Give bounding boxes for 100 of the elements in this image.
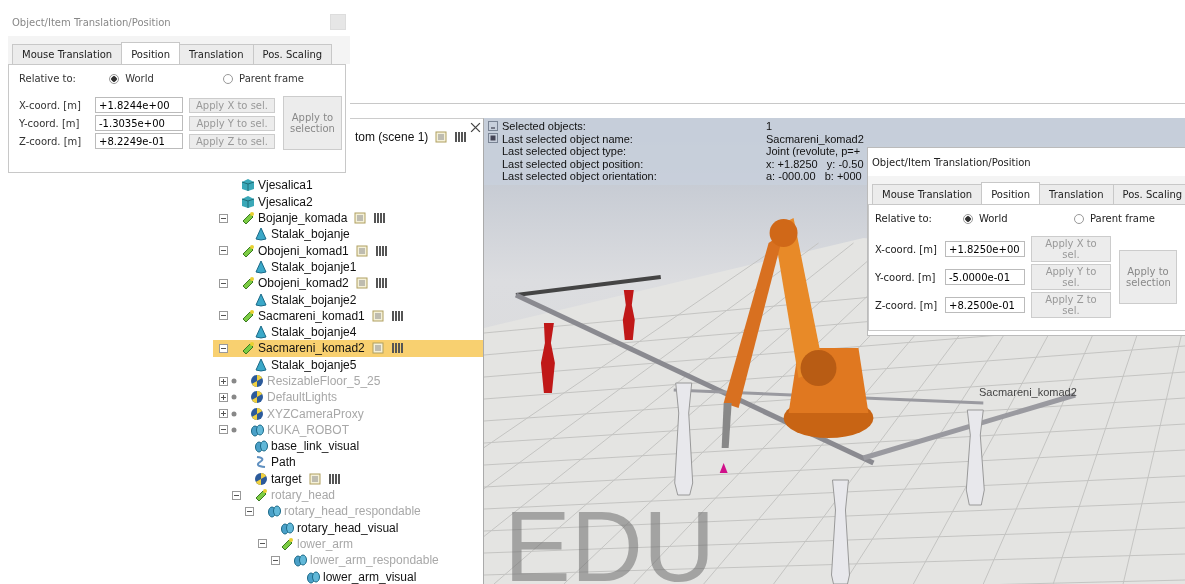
expand-icon[interactable]: [219, 376, 228, 386]
ball-icon: [250, 390, 264, 405]
collapse-icon[interactable]: [219, 213, 228, 223]
coord-label: Y-coord. [m]: [875, 271, 937, 283]
tree-item[interactable]: lower_arm_visual: [213, 568, 483, 584]
tab[interactable]: Mouse Translation: [12, 44, 123, 64]
tab[interactable]: Pos. Scaling: [1112, 184, 1185, 204]
shapes-icon: [293, 553, 307, 568]
ball-icon: [254, 471, 268, 486]
relative-label: Relative to:: [875, 213, 933, 224]
info-label: Last selected object name:: [502, 132, 634, 145]
tree-item[interactable]: Obojeni_komad2: [213, 275, 483, 292]
tree-item[interactable]: Obojeni_komad1: [213, 242, 483, 259]
radio-option[interactable]: Parent frame: [1073, 213, 1185, 224]
scene-label[interactable]: tom (scene 1): [355, 130, 429, 145]
info-value: Joint (revolute, p=+: [766, 145, 862, 158]
cone-icon: [254, 325, 268, 340]
dialog-title: Object/Item Translation/Position: [12, 16, 171, 28]
tab[interactable]: Position: [981, 182, 1041, 204]
tab[interactable]: Translation: [179, 44, 254, 64]
tree-item[interactable]: base_link_visual: [213, 438, 483, 455]
coord-label: Z-coord. [m]: [875, 299, 939, 311]
coord-label: X-coord. [m]: [875, 243, 938, 255]
coord-input-field[interactable]: +1.8244e+00: [95, 97, 183, 113]
cone-icon: [254, 292, 268, 307]
info-label: Last selected object position:: [502, 157, 645, 170]
tab[interactable]: Mouse Translation: [872, 184, 983, 204]
collapse-icon[interactable]: [219, 425, 228, 435]
tree-item[interactable]: target: [213, 470, 483, 487]
radio-option[interactable]: Parent frame: [223, 73, 337, 84]
cube-icon: [241, 194, 255, 209]
collapse-info-icon[interactable]: [488, 121, 498, 131]
tab[interactable]: Translation: [1039, 184, 1114, 204]
joint-icon: [241, 341, 255, 356]
parameters-icon[interactable]: [454, 131, 467, 144]
close-icon[interactable]: [470, 122, 481, 133]
tree-item[interactable]: Stalak_bojanje5: [213, 356, 483, 373]
joint-icon: [241, 276, 255, 291]
coord-input-field[interactable]: -1.3035e+00: [95, 115, 183, 131]
coord-input-field[interactable]: +1.8250e+00: [945, 241, 1025, 257]
tree-item[interactable]: Sacmareni_komad2: [213, 340, 483, 357]
joint-icon: [241, 211, 255, 226]
shapes-icon: [267, 504, 281, 519]
cube-icon: [241, 178, 255, 193]
expand-icon[interactable]: [219, 409, 228, 419]
tree-item[interactable]: Vjesalica2: [213, 193, 483, 210]
collapse-icon[interactable]: [219, 246, 228, 256]
info-value: a: -000.00 b: +000: [766, 170, 863, 183]
radio-option[interactable]: World: [962, 213, 1074, 224]
collapse-icon[interactable]: [219, 343, 228, 353]
collapse-icon[interactable]: [219, 278, 228, 288]
parameters-icon[interactable]: [327, 472, 340, 485]
collapse-icon[interactable]: [232, 490, 241, 500]
coord-input-field[interactable]: +8.2249e-01: [95, 133, 183, 149]
joint-icon: [280, 536, 294, 551]
tree-item[interactable]: Stalak_bojanje2: [213, 291, 483, 308]
coord-label: X-coord. [m]: [19, 99, 82, 111]
tree-item[interactable]: Stalak_bojanje1: [213, 258, 483, 276]
collapse-icon[interactable]: [245, 506, 254, 516]
tree-item[interactable]: Vjesalica1: [213, 177, 483, 194]
dialog-title: Object/Item Translation/Position: [872, 156, 1031, 168]
cone-icon: [254, 357, 268, 372]
tree-item[interactable]: rotary_head_visual: [213, 519, 483, 536]
shapes-icon: [254, 439, 268, 454]
info-label: Selected objects:: [502, 120, 587, 133]
parameters-icon[interactable]: [390, 309, 403, 322]
coord-label: Z-coord. [m]: [19, 135, 83, 147]
path-icon: [254, 455, 268, 470]
cone-icon: [254, 259, 268, 274]
coord-label: Y-coord. [m]: [19, 117, 81, 129]
info-label: Last selected object type:: [502, 145, 628, 158]
tree-item[interactable]: Stalak_bojanje4: [213, 323, 483, 341]
collapse-icon[interactable]: [271, 555, 280, 565]
tree-item[interactable]: Bojanje_komada: [213, 209, 483, 227]
parameters-icon[interactable]: [374, 244, 387, 257]
parameters-icon[interactable]: [374, 277, 387, 290]
info-value: 1: [766, 120, 774, 133]
relative-label: Relative to:: [19, 73, 77, 84]
cone-icon: [254, 227, 268, 242]
object-name-label: Sacmareni_komad2: [979, 386, 1077, 398]
collapse-icon[interactable]: [258, 539, 267, 549]
shapes-icon: [306, 569, 320, 584]
info-value: x: +1.8250 y: -0.50: [766, 157, 864, 170]
edu-watermark: EDU: [504, 496, 716, 584]
tree-item[interactable]: Stalak_bojanje: [213, 226, 483, 243]
tree-item[interactable]: Path: [213, 454, 483, 471]
tab[interactable]: Position: [121, 42, 181, 64]
coord-input-field[interactable]: +8.2500e-01: [945, 297, 1025, 313]
ball-icon: [250, 406, 264, 421]
collapse-icon[interactable]: [219, 311, 228, 321]
coord-input-field[interactable]: -5.0000e-01: [945, 269, 1025, 285]
parameters-icon[interactable]: [390, 342, 403, 355]
joint-icon: [241, 243, 255, 258]
expand-icon[interactable]: [219, 392, 228, 402]
radio-option[interactable]: World: [109, 73, 224, 84]
tree-item[interactable]: Sacmareni_komad1: [213, 307, 483, 324]
parameters-icon[interactable]: [373, 212, 386, 225]
toggle-info-icon[interactable]: [488, 133, 498, 143]
tab[interactable]: Pos. Scaling: [252, 44, 333, 64]
shapes-icon: [280, 520, 294, 535]
